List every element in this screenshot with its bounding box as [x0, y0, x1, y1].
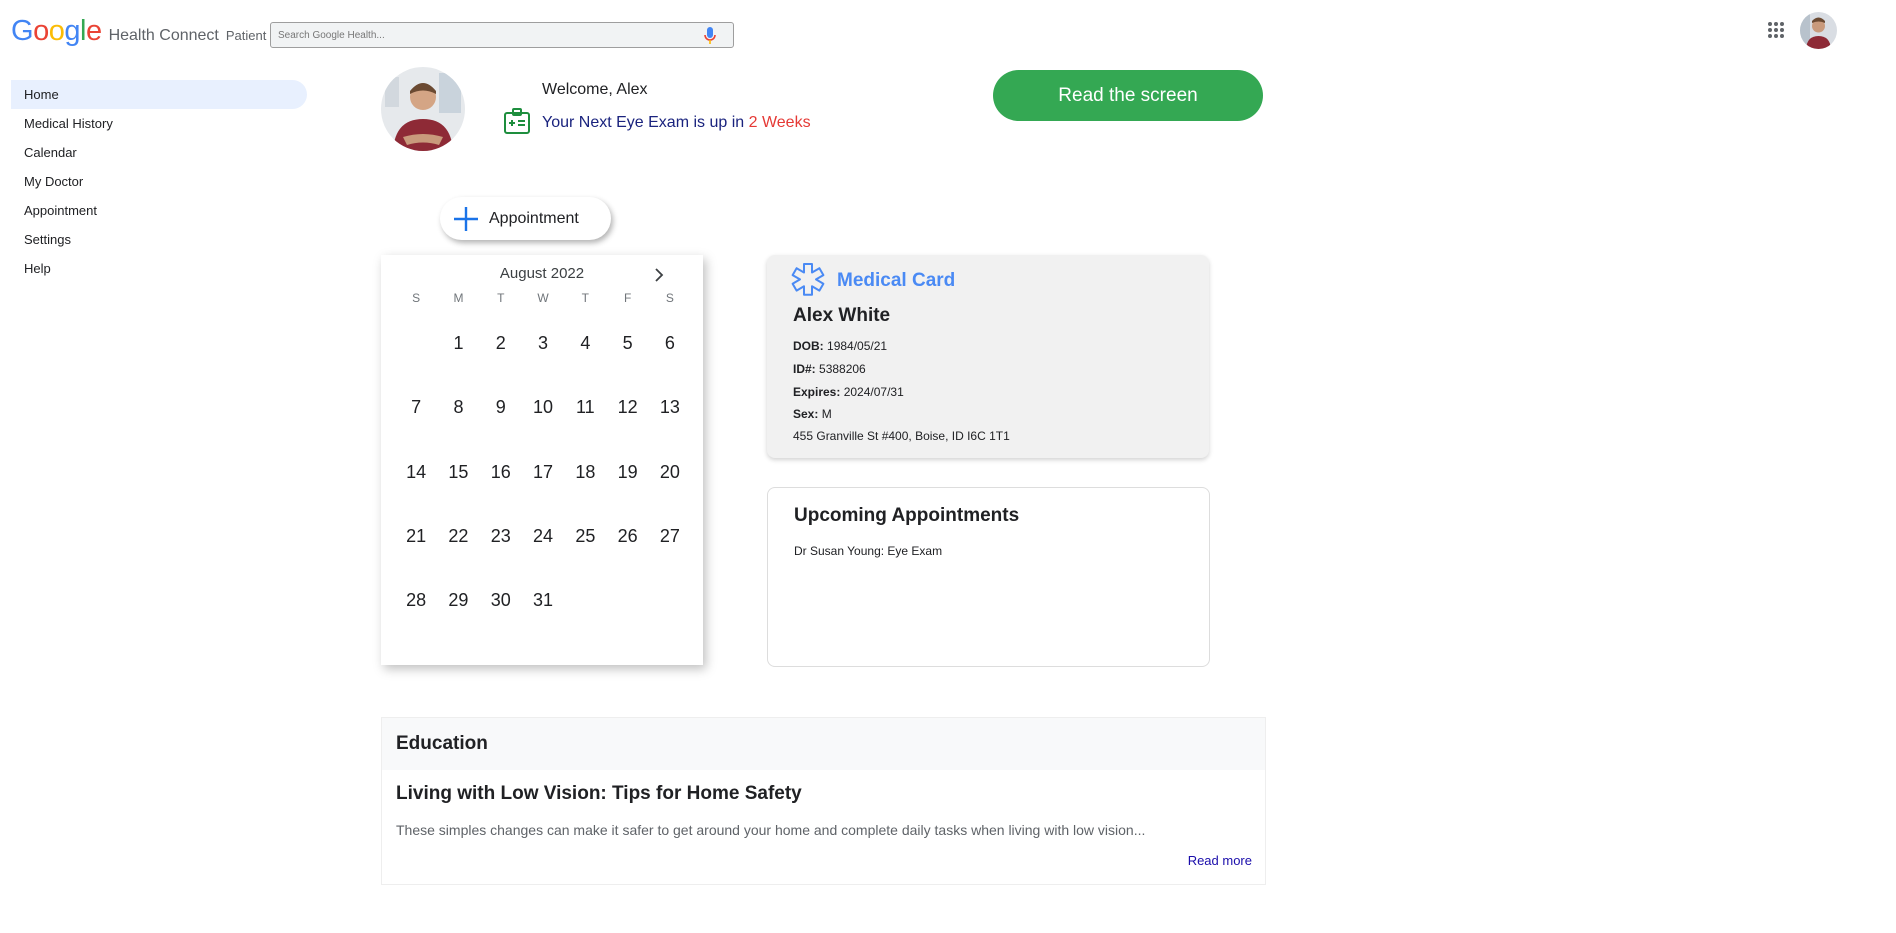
medical-card: Medical Card Alex White DOB: 1984/05/21 … [767, 255, 1209, 458]
weekday-label: M [453, 291, 464, 305]
address-row: 455 Granville St #400, Boise, ID I6C 1T1 [793, 429, 1010, 443]
weekday-label: W [537, 291, 549, 305]
calendar-day[interactable]: 3 [522, 311, 564, 375]
calendar-day[interactable]: 12 [606, 375, 648, 439]
calendar-day[interactable]: 27 [649, 504, 691, 568]
calendar-day[interactable]: 1 [437, 311, 479, 375]
id-value: 5388206 [819, 362, 866, 376]
calendar-day[interactable]: 16 [480, 440, 522, 504]
upcoming-appointments-title: Upcoming Appointments [794, 505, 1020, 526]
weekday-label: S [412, 291, 421, 305]
appointment-item[interactable]: Dr Susan Young: Eye Exam [794, 544, 942, 558]
calendar-day[interactable]: 19 [606, 440, 648, 504]
calendar-day[interactable]: 10 [522, 375, 564, 439]
weekday-label: T [581, 291, 589, 305]
calendar-day[interactable]: 21 [395, 504, 437, 568]
calendar-grid: S M T W T F S 1 2 3 4 5 6 7 8 9 10 11 12 13 14 15 16 17 1… [395, 285, 691, 632]
calendar-day[interactable]: 13 [649, 375, 691, 439]
calendar-day[interactable]: 11 [564, 375, 606, 439]
next-exam-countdown: 2 Weeks [748, 114, 811, 131]
calendar-day[interactable]: 17 [522, 440, 564, 504]
app-name: Health Connect [108, 27, 219, 44]
weekday-label: T [497, 291, 505, 305]
weekday-label: F [623, 291, 632, 305]
dob-label: DOB: [793, 339, 824, 353]
next-exam-text: Your Next Eye Exam is up in [542, 114, 749, 131]
medical-card-title: Medical Card [837, 270, 956, 291]
calendar-empty-cell [395, 311, 437, 375]
calendar-day[interactable]: 24 [522, 504, 564, 568]
account-avatar[interactable] [1800, 12, 1837, 49]
expires-value: 2024/07/31 [843, 385, 904, 399]
id-label: ID#: [793, 362, 816, 376]
sidebar-item-my-doctor[interactable]: My Doctor [11, 167, 307, 196]
calendar-day[interactable]: 29 [437, 568, 479, 632]
calendar-day[interactable]: 25 [564, 504, 606, 568]
read-screen-button[interactable]: Read the screen [993, 70, 1263, 121]
search-bar [270, 22, 734, 48]
search-input[interactable] [271, 23, 698, 47]
welcome-message: Welcome, Alex [542, 81, 648, 98]
sidebar-item-help[interactable]: Help [11, 254, 307, 283]
add-appointment-label: Appointment [489, 209, 579, 227]
apps-icon[interactable] [1768, 22, 1785, 39]
calendar-day[interactable]: 30 [480, 568, 522, 632]
calendar-day[interactable]: 22 [437, 504, 479, 568]
weekday-label: S [665, 291, 674, 305]
patient-name: Alex White [793, 305, 891, 326]
read-more-link[interactable]: Read more [1188, 853, 1252, 868]
sidebar-item-home[interactable]: Home [11, 80, 307, 109]
sidebar-item-calendar[interactable]: Calendar [11, 138, 307, 167]
sidebar-item-medical-history[interactable]: Medical History [11, 109, 307, 138]
upcoming-appointments-card: Upcoming Appointments Dr Susan Young: Ey… [767, 487, 1210, 667]
calendar-day[interactable]: 2 [480, 311, 522, 375]
calendar-day[interactable]: 23 [480, 504, 522, 568]
education-heading: Education [382, 718, 1265, 770]
calendar-day[interactable]: 14 [395, 440, 437, 504]
calendar-day[interactable]: 5 [606, 311, 648, 375]
dob-row: DOB: 1984/05/21 [793, 339, 887, 353]
calendar-day[interactable]: 31 [522, 568, 564, 632]
sex-row: Sex: M [793, 407, 832, 421]
sex-label: Sex: [793, 407, 819, 421]
calendar-day[interactable]: 8 [437, 375, 479, 439]
article-description: These simples changes can make it safer … [396, 822, 1146, 838]
chevron-right-icon[interactable] [649, 265, 669, 285]
article-title[interactable]: Living with Low Vision: Tips for Home Sa… [396, 783, 802, 805]
mic-icon[interactable] [703, 26, 717, 46]
user-role-label: Patient [225, 28, 267, 43]
calendar-day[interactable]: 15 [437, 440, 479, 504]
dob-value: 1984/05/21 [827, 339, 888, 353]
top-bar: Google Health Connect Patient [0, 0, 1896, 60]
medical-cross-icon [791, 263, 825, 296]
sidebar-nav: Home Medical History Calendar My Doctor … [11, 80, 307, 283]
education-card: Education Living with Low Vision: Tips f… [381, 717, 1266, 885]
calendar-day[interactable]: 26 [606, 504, 648, 568]
plus-icon [454, 206, 478, 231]
next-exam-notice: Your Next Eye Exam is up in 2 Weeks [542, 114, 811, 132]
profile-photo [381, 67, 465, 151]
calendar-day[interactable]: 7 [395, 375, 437, 439]
sidebar-item-appointment[interactable]: Appointment [11, 196, 307, 225]
calendar-day[interactable]: 9 [480, 375, 522, 439]
eye-exam-icon [504, 108, 530, 134]
google-wordmark: Google [11, 15, 102, 47]
sidebar-item-settings[interactable]: Settings [11, 225, 307, 254]
expires-label: Expires: [793, 385, 841, 399]
sex-value: M [821, 407, 832, 421]
expires-row: Expires: 2024/07/31 [793, 385, 904, 399]
calendar-widget: August 2022 S M T W T F S 1 2 3 4 5 6 7 8 9 10 11 1… [381, 255, 703, 665]
calendar-day[interactable]: 6 [649, 311, 691, 375]
calendar-day[interactable]: 18 [564, 440, 606, 504]
calendar-day[interactable]: 28 [395, 568, 437, 632]
add-appointment-button[interactable]: Appointment [440, 197, 611, 240]
calendar-day[interactable]: 4 [564, 311, 606, 375]
id-row: ID#: 5388206 [793, 362, 866, 376]
google-health-logo[interactable]: Google Health Connect Patient [11, 15, 266, 48]
calendar-day[interactable]: 20 [649, 440, 691, 504]
